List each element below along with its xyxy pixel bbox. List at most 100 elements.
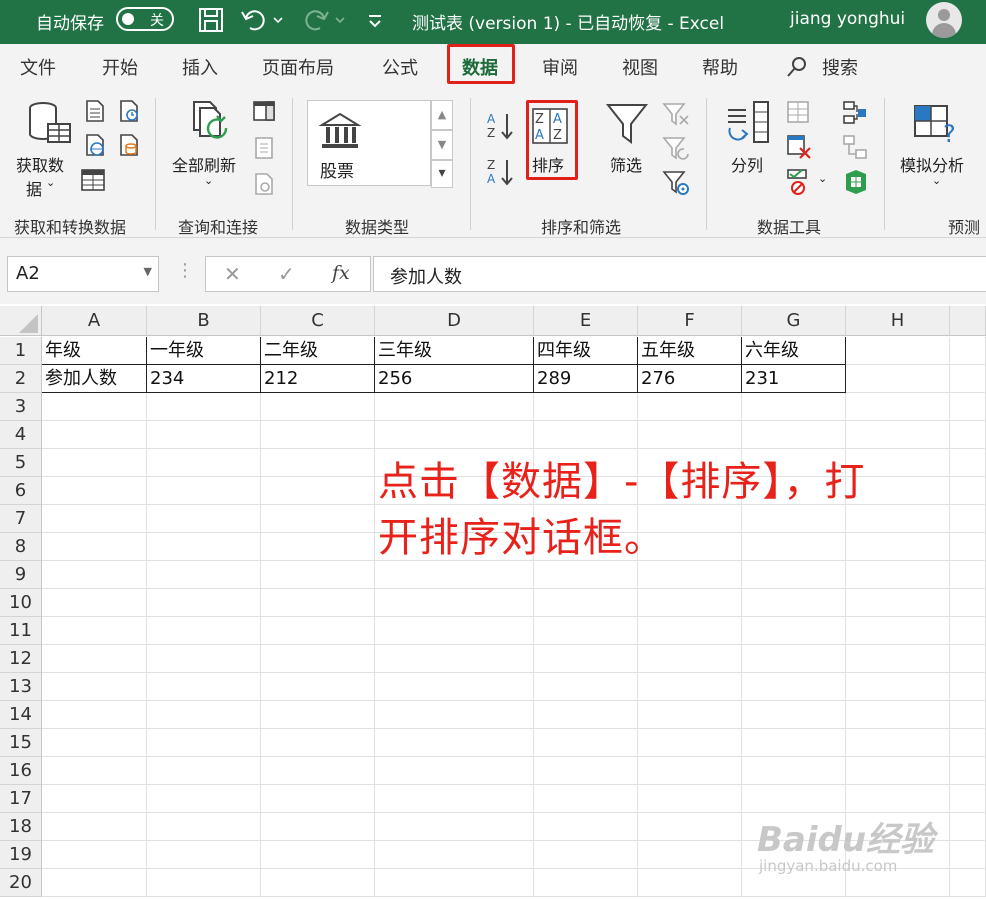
cell-d2[interactable]: 256	[375, 365, 534, 393]
data-validation-dropdown-icon[interactable]: ⌄	[818, 172, 827, 185]
column-header-f[interactable]: F	[638, 306, 742, 336]
cell-h4[interactable]	[846, 421, 950, 449]
cell-i12[interactable]	[950, 645, 986, 673]
cell-b18[interactable]	[147, 813, 261, 841]
refresh-all-dropdown-icon[interactable]: ⌄	[204, 174, 213, 187]
cell-i2[interactable]	[950, 365, 986, 393]
cell-g13[interactable]	[742, 673, 846, 701]
cell-i17[interactable]	[950, 785, 986, 813]
cell-c14[interactable]	[261, 701, 375, 729]
user-name[interactable]: jiang yonghui	[790, 9, 905, 29]
cell-a4[interactable]	[42, 421, 147, 449]
cell-h1[interactable]	[846, 337, 950, 365]
cell-c18[interactable]	[261, 813, 375, 841]
cell-f19[interactable]	[638, 841, 742, 869]
cell-f18[interactable]	[638, 813, 742, 841]
enter-icon[interactable]: ✓	[278, 262, 295, 286]
cell-c20[interactable]	[261, 869, 375, 897]
cell-a12[interactable]	[42, 645, 147, 673]
undo-icon[interactable]	[240, 6, 286, 34]
cell-d19[interactable]	[375, 841, 534, 869]
cell-e19[interactable]	[534, 841, 638, 869]
cell-g16[interactable]	[742, 757, 846, 785]
row-header-3[interactable]: 3	[0, 393, 42, 421]
cell-e11[interactable]	[534, 617, 638, 645]
cell-b19[interactable]	[147, 841, 261, 869]
cell-e20[interactable]	[534, 869, 638, 897]
cell-h2[interactable]	[846, 365, 950, 393]
formula-bar-splitter-icon[interactable]: ⋮	[176, 260, 194, 281]
gallery-scroll-up-icon[interactable]: ▲	[431, 100, 453, 130]
cell-i20[interactable]	[950, 869, 986, 897]
cell-i14[interactable]	[950, 701, 986, 729]
cell-i10[interactable]	[950, 589, 986, 617]
cell-e10[interactable]	[534, 589, 638, 617]
cell-i3[interactable]	[950, 393, 986, 421]
row-header-8[interactable]: 8	[0, 533, 42, 561]
cell-c17[interactable]	[261, 785, 375, 813]
customize-qat-icon[interactable]	[366, 6, 384, 34]
text-to-columns-button[interactable]: 分列	[731, 152, 763, 176]
get-data-label-1[interactable]: 获取数	[16, 152, 64, 176]
cell-a7[interactable]	[42, 505, 147, 533]
save-icon[interactable]	[198, 6, 224, 34]
cell-c2[interactable]: 212	[261, 365, 375, 393]
cell-e17[interactable]	[534, 785, 638, 813]
select-all-button[interactable]	[0, 306, 42, 336]
tab-help[interactable]: 帮助	[702, 54, 738, 80]
row-header-2[interactable]: 2	[0, 365, 42, 393]
cell-d10[interactable]	[375, 589, 534, 617]
cell-a11[interactable]	[42, 617, 147, 645]
row-header-6[interactable]: 6	[0, 477, 42, 505]
cell-b9[interactable]	[147, 561, 261, 589]
row-header-11[interactable]: 11	[0, 617, 42, 645]
cell-e18[interactable]	[534, 813, 638, 841]
cell-e4[interactable]	[534, 421, 638, 449]
sort-ascending-icon[interactable]: A Z	[485, 110, 517, 142]
tab-page-layout[interactable]: 页面布局	[262, 54, 334, 80]
cell-a2[interactable]: 参加人数	[42, 365, 147, 393]
row-header-5[interactable]: 5	[0, 449, 42, 477]
cell-g4[interactable]	[742, 421, 846, 449]
cell-g10[interactable]	[742, 589, 846, 617]
queries-connections-icon[interactable]	[252, 100, 276, 122]
cell-b13[interactable]	[147, 673, 261, 701]
cell-h11[interactable]	[846, 617, 950, 645]
search-label[interactable]: 搜索	[822, 54, 858, 80]
row-header-15[interactable]: 15	[0, 729, 42, 757]
cell-i4[interactable]	[950, 421, 986, 449]
cell-a5[interactable]	[42, 449, 147, 477]
cell-g15[interactable]	[742, 729, 846, 757]
cell-i15[interactable]	[950, 729, 986, 757]
cell-c1[interactable]: 二年级	[261, 337, 375, 365]
cell-e13[interactable]	[534, 673, 638, 701]
cell-f4[interactable]	[638, 421, 742, 449]
insert-function-icon[interactable]: fx	[332, 262, 350, 284]
cell-h16[interactable]	[846, 757, 950, 785]
cell-f14[interactable]	[638, 701, 742, 729]
tab-home[interactable]: 开始	[102, 54, 138, 80]
cell-b8[interactable]	[147, 533, 261, 561]
existing-connections-icon[interactable]	[118, 134, 140, 156]
row-header-20[interactable]: 20	[0, 869, 42, 897]
manage-data-model-icon[interactable]	[842, 168, 870, 196]
cell-g14[interactable]	[742, 701, 846, 729]
cell-b7[interactable]	[147, 505, 261, 533]
cell-f15[interactable]	[638, 729, 742, 757]
from-table-icon[interactable]	[80, 168, 106, 192]
cell-b14[interactable]	[147, 701, 261, 729]
column-header-g[interactable]: G	[742, 306, 846, 336]
cell-b15[interactable]	[147, 729, 261, 757]
cell-b1[interactable]: 一年级	[147, 337, 261, 365]
user-avatar[interactable]	[926, 2, 962, 38]
cell-h15[interactable]	[846, 729, 950, 757]
cell-h3[interactable]	[846, 393, 950, 421]
cell-a13[interactable]	[42, 673, 147, 701]
cell-i11[interactable]	[950, 617, 986, 645]
cell-d3[interactable]	[375, 393, 534, 421]
cell-c15[interactable]	[261, 729, 375, 757]
get-data-label-2[interactable]: 据	[26, 176, 42, 200]
row-header-18[interactable]: 18	[0, 813, 42, 841]
cell-i13[interactable]	[950, 673, 986, 701]
cell-f16[interactable]	[638, 757, 742, 785]
